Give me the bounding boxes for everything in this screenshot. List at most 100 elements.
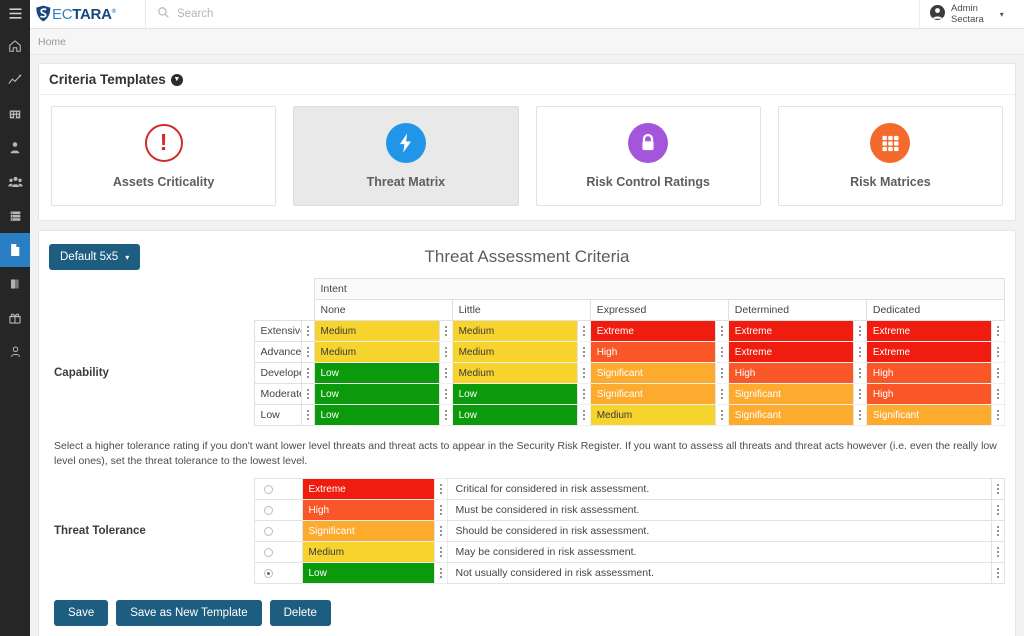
matrix-col-header[interactable]: Little: [451, 299, 591, 321]
template-select-button[interactable]: Default 5x5 ▾: [49, 244, 141, 270]
sidebar-item-personnel[interactable]: [0, 131, 30, 165]
matrix-col-header[interactable]: None: [313, 299, 453, 321]
matrix-col-header[interactable]: Determined: [727, 299, 867, 321]
matrix-cell[interactable]: Significant: [865, 404, 1006, 426]
tolerance-level-chip[interactable]: Significant: [301, 520, 448, 542]
matrix-cell[interactable]: Medium: [313, 341, 453, 363]
matrix-cell[interactable]: Low: [313, 362, 453, 384]
tolerance-level-chip[interactable]: Low: [301, 562, 448, 584]
breadcrumb-item-home[interactable]: Home: [38, 36, 66, 48]
matrix-cell[interactable]: Significant: [727, 404, 867, 426]
drag-dots-icon[interactable]: [852, 405, 866, 425]
sidebar-item-teams[interactable]: [0, 165, 30, 199]
matrix-cell[interactable]: Extreme: [727, 320, 867, 342]
tolerance-radio-medium[interactable]: [263, 548, 273, 558]
matrix-cell[interactable]: Medium: [451, 341, 591, 363]
tolerance-level-chip[interactable]: Medium: [301, 541, 448, 563]
sidebar-item-organisation[interactable]: [0, 97, 30, 131]
matrix-row-header[interactable]: Extensive: [253, 320, 315, 342]
tolerance-description-cell[interactable]: Should be considered in risk assessment.: [446, 520, 1005, 542]
drag-dots-icon[interactable]: [714, 321, 728, 341]
sidebar-item-criteria-templates[interactable]: [0, 233, 30, 267]
drag-dots-icon[interactable]: [714, 363, 728, 383]
drag-dots-icon[interactable]: [438, 405, 452, 425]
drag-dots-icon[interactable]: [991, 542, 1004, 562]
tolerance-level-chip[interactable]: High: [301, 499, 448, 521]
drag-dots-icon[interactable]: [714, 342, 728, 362]
drag-dots-icon[interactable]: [852, 384, 866, 404]
drag-dots-icon[interactable]: [991, 363, 1004, 383]
drag-dots-icon[interactable]: [438, 342, 452, 362]
drag-dots-icon[interactable]: [433, 479, 447, 499]
drag-dots-icon[interactable]: [576, 384, 590, 404]
matrix-cell[interactable]: Extreme: [589, 320, 729, 342]
matrix-row-header[interactable]: Advanced: [253, 341, 315, 363]
sidebar-item-assets[interactable]: [0, 199, 30, 233]
matrix-cell[interactable]: High: [727, 362, 867, 384]
template-tile-threat-matrix[interactable]: Threat Matrix: [293, 106, 519, 206]
matrix-row-header[interactable]: Developed: [253, 362, 315, 384]
drag-dots-icon[interactable]: [438, 384, 452, 404]
template-tile-assets-criticality[interactable]: ! Assets Criticality: [51, 106, 277, 206]
drag-dots-icon[interactable]: [991, 563, 1004, 583]
tolerance-radio-high[interactable]: [263, 506, 273, 516]
search-input[interactable]: [175, 7, 475, 21]
drag-dots-icon[interactable]: [433, 500, 447, 520]
chevron-down-circle-icon[interactable]: ▼: [170, 73, 183, 86]
tolerance-description-cell[interactable]: May be considered in risk assessment.: [446, 541, 1005, 563]
matrix-cell[interactable]: Low: [313, 383, 453, 405]
drag-dots-icon[interactable]: [576, 321, 590, 341]
tolerance-radio-significant[interactable]: [263, 527, 273, 537]
matrix-cell[interactable]: High: [589, 341, 729, 363]
chevron-down-icon[interactable]: ▾: [1000, 10, 1004, 19]
user-menu[interactable]: Admin Sectara ▾: [919, 0, 1024, 29]
tolerance-radio-cell[interactable]: [253, 562, 303, 584]
matrix-cell[interactable]: Significant: [589, 383, 729, 405]
delete-button[interactable]: Delete: [269, 600, 331, 626]
tolerance-radio-low[interactable]: [263, 569, 273, 579]
matrix-cell[interactable]: Extreme: [865, 320, 1006, 342]
sidebar-item-library[interactable]: [0, 267, 30, 301]
sidebar-item-home[interactable]: [0, 29, 30, 63]
tolerance-description-cell[interactable]: Must be considered in risk assessment.: [446, 499, 1005, 521]
matrix-cell[interactable]: Low: [451, 404, 591, 426]
drag-dots-icon[interactable]: [852, 342, 866, 362]
drag-dots-icon[interactable]: [852, 363, 866, 383]
matrix-row-header[interactable]: Low: [253, 404, 315, 426]
tolerance-radio-extreme[interactable]: [263, 485, 273, 495]
drag-dots-icon[interactable]: [991, 521, 1004, 541]
drag-dots-icon[interactable]: [300, 321, 314, 341]
matrix-cell[interactable]: Significant: [727, 383, 867, 405]
matrix-cell[interactable]: Extreme: [727, 341, 867, 363]
drag-dots-icon[interactable]: [991, 321, 1004, 341]
drag-dots-icon[interactable]: [576, 405, 590, 425]
drag-dots-icon[interactable]: [438, 363, 452, 383]
drag-dots-icon[interactable]: [991, 479, 1004, 499]
matrix-cell[interactable]: Low: [451, 383, 591, 405]
drag-dots-icon[interactable]: [714, 405, 728, 425]
tolerance-level-chip[interactable]: Extreme: [301, 478, 448, 500]
drag-dots-icon[interactable]: [300, 342, 314, 362]
template-tile-risk-matrices[interactable]: Risk Matrices: [777, 106, 1003, 206]
sidebar-item-account[interactable]: [0, 335, 30, 369]
drag-dots-icon[interactable]: [576, 363, 590, 383]
tolerance-radio-cell[interactable]: [253, 541, 303, 563]
matrix-cell[interactable]: Significant: [589, 362, 729, 384]
matrix-col-header[interactable]: Dedicated: [865, 299, 1006, 321]
drag-dots-icon[interactable]: [991, 405, 1004, 425]
tolerance-radio-cell[interactable]: [253, 478, 303, 500]
tolerance-radio-cell[interactable]: [253, 520, 303, 542]
drag-dots-icon[interactable]: [991, 500, 1004, 520]
matrix-cell[interactable]: Medium: [313, 320, 453, 342]
tolerance-description-cell[interactable]: Not usually considered in risk assessmen…: [446, 562, 1005, 584]
drag-dots-icon[interactable]: [991, 384, 1004, 404]
sidebar-item-analytics[interactable]: [0, 63, 30, 97]
matrix-cell[interactable]: Medium: [451, 362, 591, 384]
matrix-cell[interactable]: High: [865, 383, 1006, 405]
drag-dots-icon[interactable]: [714, 384, 728, 404]
drag-dots-icon[interactable]: [300, 405, 314, 425]
matrix-cell[interactable]: Medium: [589, 404, 729, 426]
tolerance-description-cell[interactable]: Critical for considered in risk assessme…: [446, 478, 1005, 500]
sidebar-item-whats-new[interactable]: [0, 301, 30, 335]
drag-dots-icon[interactable]: [300, 363, 314, 383]
